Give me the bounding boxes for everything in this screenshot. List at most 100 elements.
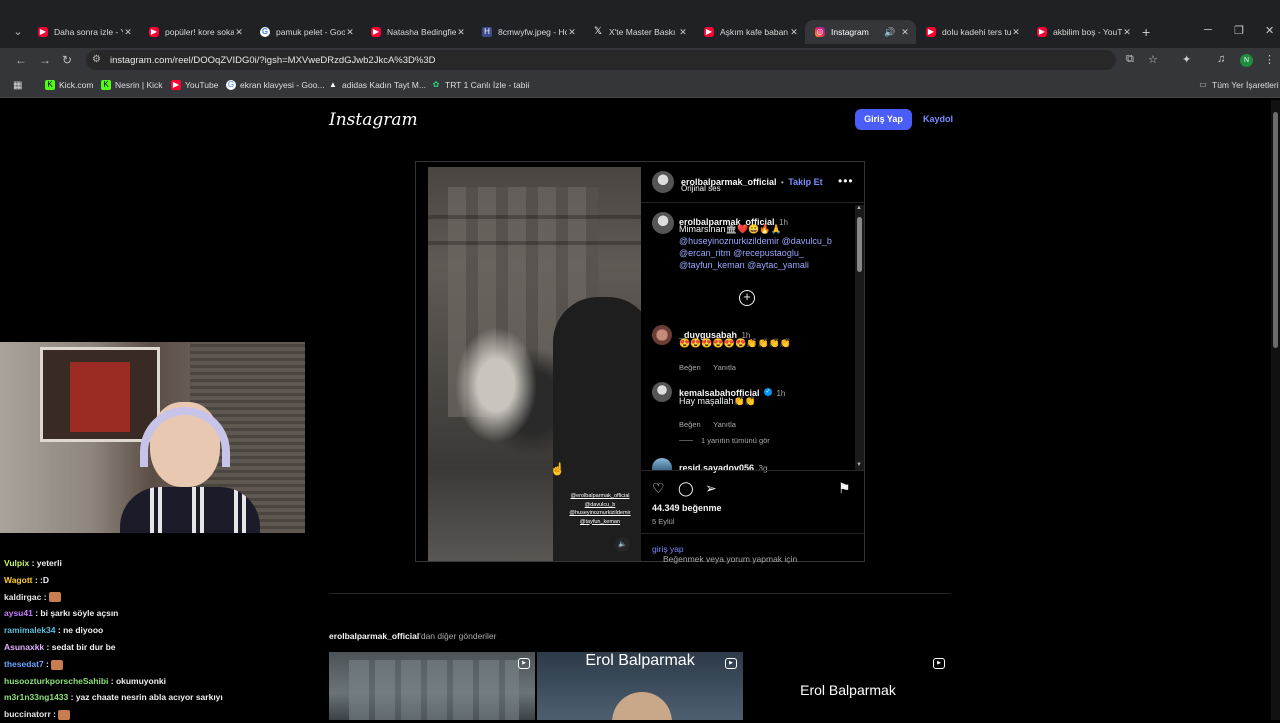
login-button[interactable]: Giriş Yap <box>855 109 912 130</box>
chat-username[interactable]: kaldirgac <box>4 592 41 602</box>
signup-link[interactable]: Kaydol <box>923 114 953 124</box>
instagram-logo[interactable]: Instagram <box>329 110 418 130</box>
post-thumbnail[interactable]: ▶ <box>329 652 535 720</box>
like-heart-icon[interactable]: ♡ <box>652 480 665 497</box>
comment-bubble-icon[interactable]: ◯ <box>678 480 694 497</box>
restore-icon[interactable]: ❐ <box>1234 24 1244 37</box>
comment-reply-button[interactable]: Yanıtla <box>713 363 736 372</box>
browser-tab[interactable]: ▶ akbilim boş - YouTube✕ <box>1027 20 1138 44</box>
post-thumbnail[interactable]: Erol Balparmak ▶ <box>537 652 743 720</box>
comment-reply-button[interactable]: Yanıtla <box>713 420 736 429</box>
caption-mentions-line[interactable]: @ercan_ritm @recepustaoglu_ <box>679 248 804 258</box>
tab-title: Aşkım kafe baban <box>720 27 789 37</box>
tab-close-icon[interactable]: ✕ <box>123 27 133 38</box>
tab-close-icon[interactable]: ✕ <box>678 27 688 38</box>
more-posts-username[interactable]: erolbalparmak_official <box>329 631 419 641</box>
tab-close-icon[interactable]: ✕ <box>345 27 355 38</box>
media-controls-icon[interactable]: ♫ <box>1217 53 1225 65</box>
commenter-avatar[interactable] <box>652 382 672 402</box>
comment-like-button[interactable]: Beğen <box>679 363 701 372</box>
chat-username[interactable]: Wagott <box>4 575 32 585</box>
chat-separator: : <box>44 641 52 652</box>
profile-avatar[interactable]: N <box>1240 54 1253 67</box>
browser-tab[interactable]: ▶ popüler! kore sokak ✕ <box>139 20 250 44</box>
tab-close-icon[interactable]: ✕ <box>789 27 799 38</box>
caption-mentions-line[interactable]: @tayfun_keman @aytac_yamali <box>679 260 809 270</box>
commenter-avatar[interactable] <box>652 325 672 345</box>
tab-close-icon[interactable]: ✕ <box>234 27 244 38</box>
chat-username[interactable]: Asunaxkk <box>4 642 44 652</box>
more-options-icon[interactable]: ••• <box>838 174 854 188</box>
bookmark-label: TRT 1 Canlı İzle - tabii <box>445 80 530 90</box>
tab-audio-icon[interactable]: 🔊 <box>884 27 895 38</box>
browser-tab[interactable]: ▶ dolu kadehi ters tut ✕ <box>916 20 1027 44</box>
reload-icon[interactable]: ↻ <box>62 53 72 67</box>
new-tab-plus-icon[interactable]: + <box>1142 24 1150 40</box>
browser-tab[interactable]: H 8cmwyfw.jpeg - Home✕ <box>472 20 583 44</box>
tab-close-icon[interactable]: ✕ <box>456 27 466 38</box>
url-text[interactable]: instagram.com/reel/DOOqZVIDG0i/?igsh=MXV… <box>110 55 435 66</box>
browser-tab[interactable]: ▶ Daha sonra izle - YouTube✕ <box>28 20 139 44</box>
comment-text: Hay maşallah👏👏 <box>679 396 756 406</box>
tab-close-icon[interactable]: ✕ <box>1122 27 1132 38</box>
forward-arrow-icon[interactable]: → <box>39 53 51 67</box>
streamer-webcam <box>0 342 305 533</box>
comments-scrollbar[interactable]: ▲ ▼ <box>855 205 864 470</box>
all-bookmarks[interactable]: ▭ Tüm Yer İşaretleri <box>1198 80 1279 90</box>
chat-username[interactable]: m3r1n33ng1433 <box>4 692 68 702</box>
bookmark-nesrin-kick[interactable]: K Nesrin | Kick <box>101 80 163 90</box>
caption-mentions-line[interactable]: @huseyinoznurkizildemir @davulcu_b <box>679 236 832 246</box>
author-avatar[interactable] <box>652 171 674 193</box>
post-thumbnail[interactable]: Erol Balparmak ▶ <box>745 652 951 720</box>
browser-tab[interactable]: ▶ Aşkım kafe baban ✕ <box>694 20 805 44</box>
like-count[interactable]: 44.349 beğenme <box>652 503 722 513</box>
tab-close-icon[interactable]: ✕ <box>900 27 910 38</box>
browser-tab[interactable]: ▶ Natasha Bedingfield ✕ <box>361 20 472 44</box>
window-close-icon[interactable]: ✕ <box>1265 24 1274 37</box>
site-info-icon[interactable]: ⚙ <box>92 54 101 65</box>
caption-author-avatar[interactable] <box>652 212 674 234</box>
bookmark-label: Tüm Yer İşaretleri <box>1212 80 1279 90</box>
bookmark-keyboard-google[interactable]: Gekran klavyesi - Goo... <box>226 80 325 90</box>
chat-username[interactable]: aysu41 <box>4 608 33 618</box>
tab-search-chevron-icon[interactable]: ⌄ <box>10 24 26 40</box>
login-prompt-link[interactable]: giriş yap <box>652 544 684 554</box>
tab-close-icon[interactable]: ✕ <box>567 27 577 38</box>
browser-menu-icon[interactable]: ⋮ <box>1264 53 1275 66</box>
bookmark-kick[interactable]: K Kick.com <box>45 80 93 90</box>
page-scrollbar-thumb[interactable] <box>1273 112 1278 348</box>
minimize-icon[interactable]: ─ <box>1204 24 1212 36</box>
kick-icon: K <box>101 80 111 90</box>
chat-username[interactable]: Vulpix <box>4 558 29 568</box>
scroll-up-arrow-icon[interactable]: ▲ <box>856 205 862 211</box>
bookmark-star-icon[interactable]: ☆ <box>1148 53 1158 66</box>
x-icon: 𝕏 <box>593 26 603 37</box>
bookmark-youtube[interactable]: ▶ YouTube <box>171 80 218 90</box>
browser-tab[interactable]: ◎ Instagram 🔊 ✕ <box>805 20 916 44</box>
audio-label[interactable]: Orijinal ses <box>681 184 721 193</box>
chat-username[interactable]: husoozturkporscheSahibi <box>4 676 108 686</box>
page-scrollbar[interactable] <box>1271 100 1280 720</box>
chat-username[interactable]: thesedat7 <box>4 659 44 669</box>
load-more-comments-icon[interactable]: + <box>739 290 755 306</box>
follow-button[interactable]: Takip Et <box>788 177 822 187</box>
chat-username[interactable]: ramimalek34 <box>4 625 56 635</box>
volume-icon[interactable]: 🔈 <box>615 537 630 552</box>
apps-grid-icon[interactable]: ▦ <box>13 80 22 91</box>
share-send-icon[interactable]: ➢ <box>705 480 717 497</box>
scroll-down-arrow-icon[interactable]: ▼ <box>856 462 862 468</box>
bookmark-adidas[interactable]: ▲ adidas Kadın Tayt M... <box>328 80 426 90</box>
install-app-icon[interactable]: ⧉ <box>1126 53 1134 66</box>
save-bookmark-icon[interactable]: ⚑ <box>838 480 851 497</box>
bookmark-trt1[interactable]: ✿ TRT 1 Canlı İzle - tabii <box>431 80 530 90</box>
view-replies-link[interactable]: 1 yanıtın tümünü gör <box>701 436 770 445</box>
browser-tab[interactable]: 𝕏 X'te Master Baskı ✕ <box>583 20 694 44</box>
browser-tab[interactable]: Gpamuk pelet - Google✕ <box>250 20 361 44</box>
extensions-puzzle-icon[interactable]: ✦ <box>1182 53 1191 66</box>
comments-scrollbar-thumb[interactable] <box>857 217 862 272</box>
bookmark-label: Nesrin | Kick <box>115 80 163 90</box>
back-arrow-icon[interactable]: ← <box>15 53 27 67</box>
comment-like-button[interactable]: Beğen <box>679 420 701 429</box>
chat-username[interactable]: buccinatorr <box>4 709 51 719</box>
tab-close-icon[interactable]: ✕ <box>1011 27 1021 38</box>
